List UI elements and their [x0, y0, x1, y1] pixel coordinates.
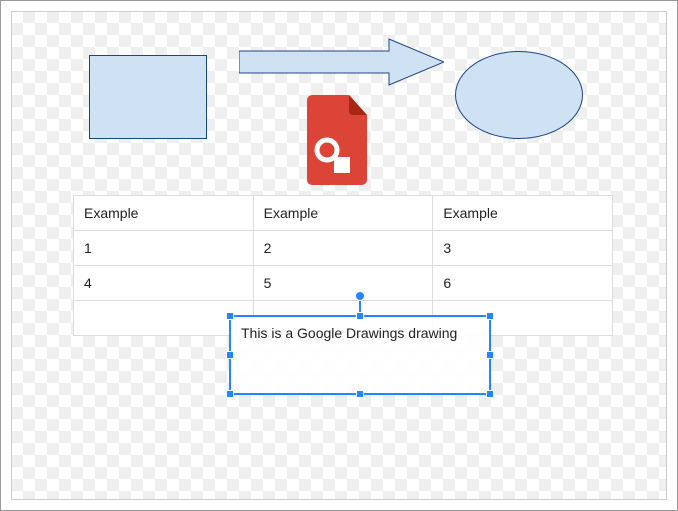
ellipse-shape[interactable]	[455, 51, 583, 139]
table-cell[interactable]: 1	[74, 231, 254, 266]
table-cell[interactable]: 4	[74, 266, 254, 301]
resize-handle-ne[interactable]	[486, 312, 494, 320]
rotate-handle[interactable]	[355, 291, 365, 301]
table-row[interactable]: 4 5 6	[74, 266, 613, 301]
table-cell[interactable]: 3	[433, 231, 613, 266]
resize-handle-sw[interactable]	[226, 390, 234, 398]
table-header-cell[interactable]: Example	[433, 196, 613, 231]
resize-handle-nw[interactable]	[226, 312, 234, 320]
app-frame: Example Example Example 1 2 3 4 5 6 This…	[0, 0, 678, 511]
resize-handle-w[interactable]	[226, 351, 234, 359]
resize-handle-e[interactable]	[486, 351, 494, 359]
table-row[interactable]: 1 2 3	[74, 231, 613, 266]
drawing-canvas[interactable]: Example Example Example 1 2 3 4 5 6 This…	[11, 11, 667, 500]
arrow-shape[interactable]	[239, 37, 444, 87]
table-header-row[interactable]: Example Example Example	[74, 196, 613, 231]
table-cell[interactable]: 2	[253, 231, 433, 266]
resize-handle-s[interactable]	[356, 390, 364, 398]
table-header-cell[interactable]: Example	[253, 196, 433, 231]
text-box-selected[interactable]: This is a Google Drawings drawing	[229, 315, 491, 395]
text-box-content[interactable]: This is a Google Drawings drawing	[231, 317, 489, 349]
table-header-cell[interactable]: Example	[74, 196, 254, 231]
table-cell[interactable]: 6	[433, 266, 613, 301]
table-cell[interactable]: 5	[253, 266, 433, 301]
resize-handle-n[interactable]	[356, 312, 364, 320]
resize-handle-se[interactable]	[486, 390, 494, 398]
rectangle-shape[interactable]	[89, 55, 207, 139]
google-drawings-icon[interactable]	[301, 95, 373, 185]
